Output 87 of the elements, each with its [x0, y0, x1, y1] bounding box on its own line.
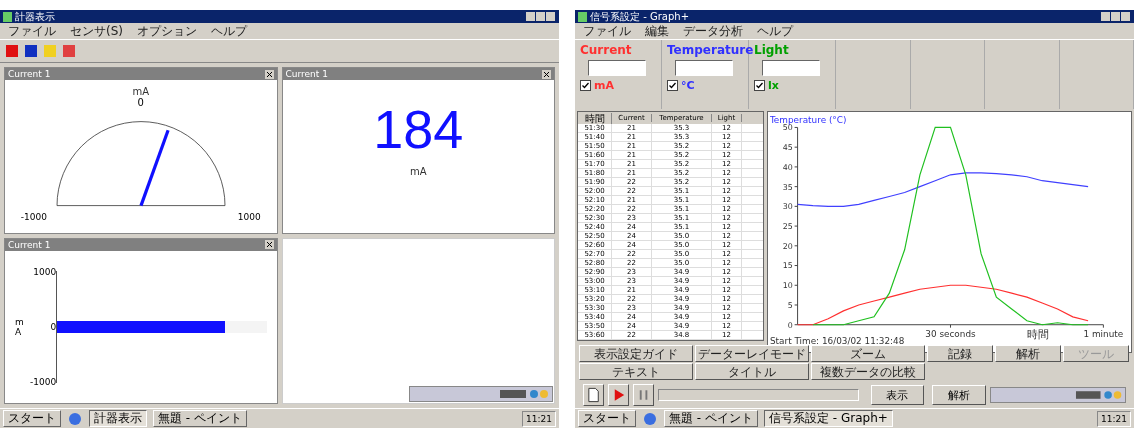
language-bar[interactable] — [409, 386, 553, 402]
y-tick-label: 5 — [787, 300, 793, 310]
y-tick-label: 10 — [782, 281, 793, 291]
unit-label: °C — [681, 79, 695, 92]
new-file-icon[interactable] — [583, 384, 605, 406]
menu-item[interactable]: データ分析 — [683, 22, 743, 40]
menu-item[interactable]: センサ(S) — [70, 22, 123, 40]
tool-button[interactable]: テキスト — [579, 363, 693, 380]
window-title: 計器表示 — [15, 9, 55, 24]
action-button[interactable]: 解析 — [932, 385, 986, 405]
menu-item[interactable]: オプション — [137, 22, 197, 40]
start-button[interactable]: スタート — [3, 410, 61, 427]
digital-reading: 184 — [373, 98, 464, 160]
close-icon[interactable] — [542, 69, 551, 79]
sensor-value-field[interactable] — [675, 60, 733, 76]
tool-button[interactable]: タイトル — [695, 363, 809, 380]
tool-button[interactable]: ズーム — [811, 345, 925, 362]
x-tick-label: 1 minute — [1083, 328, 1124, 339]
unit-label: mA — [132, 86, 150, 97]
panel-title: Current 1 — [8, 69, 51, 79]
start-button[interactable]: スタート — [578, 410, 636, 427]
y-tick-label: 15 — [782, 261, 793, 271]
axis-tick: 1000 — [33, 266, 57, 277]
start-time-label: Start Time: 16/03/02 11:32:48 — [769, 336, 905, 347]
sensor-value-field[interactable] — [588, 60, 646, 76]
taskbar-item[interactable]: 無題 - ペイント — [664, 410, 758, 427]
checkbox[interactable] — [580, 80, 591, 91]
checkbox[interactable] — [667, 80, 678, 91]
play-icon[interactable] — [608, 384, 630, 406]
toolbar-icon[interactable] — [4, 43, 20, 59]
pause-icon[interactable] — [633, 384, 655, 406]
language-bar[interactable] — [989, 387, 1126, 403]
taskbar-item[interactable]: 無題 - ペイント — [153, 410, 247, 427]
unit-label: lx — [768, 79, 779, 92]
window-title: 信号系設定 - Graph+ — [590, 9, 690, 24]
tool-button[interactable]: 表示設定ガイド — [579, 345, 693, 362]
unit-label: mA — [409, 166, 427, 177]
sensor-name: Light — [754, 43, 789, 57]
axis-tick: 0 — [50, 321, 57, 332]
window-controls-icon[interactable] — [526, 11, 556, 22]
tool-button[interactable]: 記録 — [927, 345, 993, 362]
sensor-value-field[interactable] — [762, 60, 820, 76]
menu-item[interactable]: ファイル — [583, 22, 631, 40]
panel-title: Current 1 — [8, 239, 51, 250]
y-tick-label: 20 — [782, 241, 793, 251]
quick-launch-icon[interactable] — [642, 410, 658, 427]
panel-title: Current 1 — [285, 69, 328, 79]
sensor-name: Temperature — [667, 43, 754, 57]
app-icon — [578, 11, 587, 22]
action-button[interactable]: 表示 — [870, 385, 925, 405]
gauge-min: -1000 — [20, 212, 47, 222]
y-tick-label: 45 — [782, 143, 793, 153]
menu-item[interactable]: 編集 — [645, 22, 669, 40]
unit-label: mA — [594, 79, 614, 92]
column-header[interactable]: 時間 — [578, 112, 612, 124]
menu-item[interactable]: ヘルプ — [211, 22, 247, 40]
y-tick-label: 0 — [787, 320, 793, 330]
window-controls-icon[interactable] — [1101, 11, 1131, 22]
y-tick-label: 30 — [782, 202, 793, 212]
menu-item[interactable]: ファイル — [8, 22, 56, 40]
y-tick-label: 35 — [782, 182, 793, 192]
app-icon — [3, 11, 12, 22]
y-tick-label: 40 — [782, 162, 793, 172]
menu-item[interactable]: ヘルプ — [757, 22, 793, 40]
checkbox[interactable] — [754, 80, 765, 91]
x-tick-label: 30 seconds — [925, 328, 976, 339]
y-tick-label: 50 — [782, 123, 793, 133]
sensor-name: Current — [580, 43, 632, 57]
tool-button[interactable]: 複数データの比較 — [811, 363, 925, 380]
tool-button[interactable]: データーレイモード — [695, 345, 809, 362]
x-axis-label: 時間 — [1026, 327, 1049, 341]
taskbar-item[interactable]: 計器表示 — [89, 410, 147, 427]
quick-launch-icon[interactable] — [67, 410, 83, 427]
axis-tick: -1000 — [30, 377, 57, 387]
close-icon[interactable] — [264, 69, 274, 79]
gauge-value: 0 — [137, 97, 144, 108]
tool-button[interactable]: 解析 — [995, 345, 1061, 362]
clock: 11:21 — [526, 413, 552, 424]
gauge-max: 1000 — [237, 212, 261, 222]
chart-title: Temperature (°C) — [769, 115, 847, 126]
clock: 11:21 — [1101, 413, 1127, 424]
taskbar-item[interactable]: 信号系設定 - Graph+ — [763, 410, 893, 427]
close-icon[interactable] — [264, 240, 274, 249]
toolbar-icon[interactable] — [23, 43, 39, 59]
toolbar-icon[interactable] — [61, 43, 77, 59]
unit-label: m A — [15, 316, 24, 337]
y-tick-label: 25 — [782, 222, 793, 232]
